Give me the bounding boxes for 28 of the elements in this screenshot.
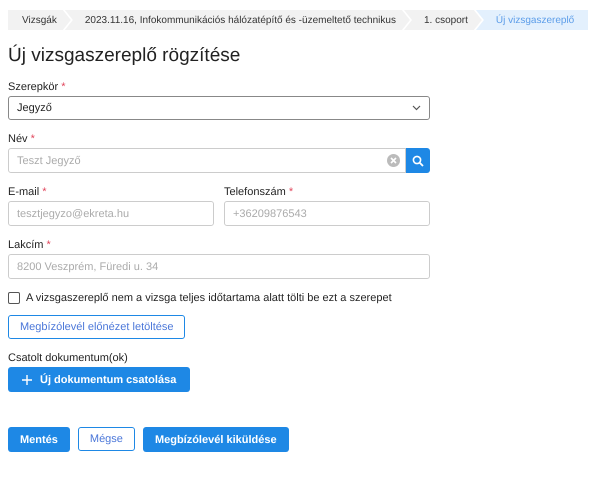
checkbox[interactable] [8, 292, 20, 304]
breadcrumb-item[interactable]: 2023.11.16, Infokommunikációs hálózatépítő és -üzemeltető technikus [64, 10, 410, 30]
action-button[interactable]: Mentés [8, 427, 70, 452]
field-label: Név * [8, 133, 35, 145]
role-select[interactable]: Jegyző [8, 96, 430, 120]
add-document-button[interactable]: Új dokumentum csatolása [8, 367, 190, 392]
field-label: Lakcím * [8, 239, 51, 251]
address-field[interactable]: 8200 Veszprém, Füredi u. 34 [8, 254, 430, 279]
breadcrumb-item[interactable]: Vizsgák [8, 10, 71, 30]
breadcrumb-item[interactable]: Új vizsgaszereplő [476, 10, 588, 30]
field-label: Szerepkör * [8, 81, 66, 93]
page-title: Új vizsgaszereplő rögzítése [8, 44, 242, 68]
email-field[interactable]: tesztjegyzo@ekreta.hu [8, 201, 214, 226]
attachments-label: Csatolt dokumentum(ok) [8, 352, 128, 364]
action-button[interactable]: Megbízólevél kiküldése [142, 427, 289, 452]
name-field[interactable]: Teszt Jegyző [8, 148, 406, 173]
chevron-down-icon [412, 105, 421, 111]
search-button[interactable] [406, 148, 430, 173]
search-icon [412, 154, 424, 166]
plus-icon [22, 374, 32, 384]
field-label: E-mail * [8, 186, 47, 198]
field-label: Telefonszám * [224, 186, 294, 198]
preview-download-button[interactable]: Megbízólevél előnézet letöltése [8, 315, 186, 339]
phone-field[interactable]: +36209876543 [224, 201, 430, 226]
checkbox-label: A vizsgaszereplő nem a vizsga teljes időtartama alatt tölti be ezt a szerepet [26, 292, 392, 304]
clear-icon[interactable] [387, 154, 400, 167]
breadcrumb-item[interactable]: 1. csoport [404, 10, 482, 30]
action-button[interactable]: Mégse [78, 427, 135, 451]
